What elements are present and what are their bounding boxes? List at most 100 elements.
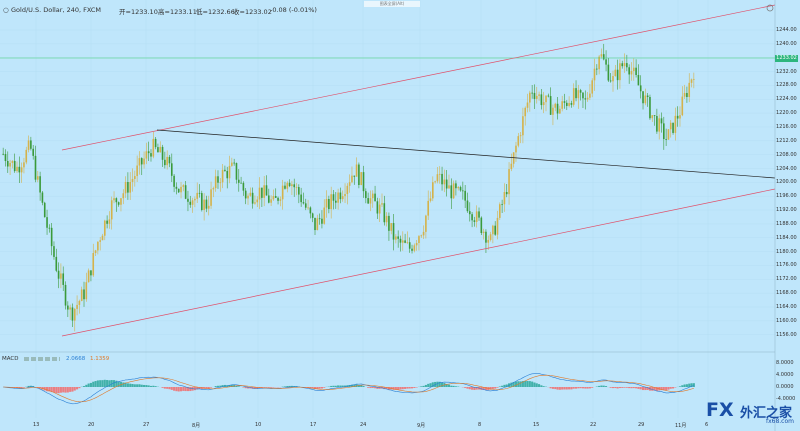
macd-histogram-bar <box>270 387 273 388</box>
candle-body <box>307 207 309 209</box>
candle-body <box>369 198 372 204</box>
macd-histogram-bar <box>22 387 25 388</box>
candle-body <box>644 95 647 104</box>
candle-body <box>332 194 335 201</box>
price-chart[interactable] <box>0 0 800 431</box>
price-axis-label: 1228.00 <box>776 82 797 89</box>
macd-histogram-bar <box>149 385 153 387</box>
candle-body <box>392 223 395 240</box>
candle-body <box>503 191 506 205</box>
candle-body <box>76 304 78 309</box>
candle-body <box>341 196 344 200</box>
macd-histogram-bar <box>286 386 289 387</box>
candle-body <box>30 140 32 149</box>
price-axis-label: 1208.00 <box>776 151 797 158</box>
candle-body <box>138 158 141 166</box>
candle-body <box>579 90 582 93</box>
macd-histogram-bar <box>20 387 23 388</box>
candle-body <box>388 215 390 231</box>
candle-body <box>531 92 533 94</box>
ohlc-low: 低=1232.66 <box>196 8 235 16</box>
candle-body <box>436 174 439 182</box>
macd-histogram-bar <box>496 387 499 388</box>
candle-body <box>129 181 132 193</box>
candle-body <box>346 185 349 194</box>
candle-body <box>103 220 106 236</box>
macd-settings-icons[interactable] <box>24 356 61 361</box>
candle-body <box>561 101 563 109</box>
candle-body <box>538 94 540 96</box>
candle-body <box>408 242 411 249</box>
candle-body <box>13 160 16 172</box>
macd-histogram-bar <box>89 382 92 387</box>
candle-body <box>53 246 55 257</box>
candle-body <box>87 270 90 283</box>
candle-body <box>563 101 566 103</box>
candle-body <box>602 54 605 60</box>
macd-histogram-bar <box>586 387 589 389</box>
candle-body <box>649 96 651 119</box>
macd-histogram-bar <box>424 384 427 387</box>
price-axis-label: 1196.00 <box>776 193 797 200</box>
candle-body <box>600 54 603 57</box>
candle-body <box>478 211 480 218</box>
time-axis-label: 8月 <box>192 423 201 429</box>
macd-histogram-bar <box>214 386 217 387</box>
candle-body <box>2 153 4 155</box>
macd-histogram-bar <box>99 380 102 387</box>
candle-body <box>559 108 561 114</box>
candle-body <box>339 192 342 200</box>
candle-body <box>219 182 222 184</box>
candle-body <box>485 231 487 243</box>
macd-histogram-bar <box>161 387 164 388</box>
candle-body <box>6 161 9 167</box>
candle-body <box>395 236 397 240</box>
macd-histogram-bar <box>126 383 129 387</box>
candle-body <box>228 165 231 179</box>
macd-histogram-bar <box>173 387 176 391</box>
macd-histogram-bar <box>410 387 414 389</box>
fullscreen-tooltip: 图表全屏(Alt) <box>364 1 420 7</box>
candle-body <box>184 185 187 199</box>
candle-body <box>663 123 665 140</box>
symbol-title: Gold/U.S. Dollar, 240, FXCM <box>11 6 102 14</box>
macd-histogram-bar <box>69 387 72 392</box>
macd-histogram-bar <box>452 385 455 387</box>
macd-histogram-bar <box>558 387 561 390</box>
current-price-badge: 1233.02 <box>775 55 798 62</box>
candle-body <box>298 187 300 195</box>
candle-body <box>127 182 129 193</box>
candle-body <box>466 200 469 212</box>
macd-histogram-bar <box>577 387 580 389</box>
candle-body <box>529 92 531 103</box>
candle-body <box>355 164 358 177</box>
candle-body <box>374 193 376 202</box>
time-axis-label: 9月 <box>417 423 426 429</box>
macd-histogram-bar <box>401 387 404 390</box>
candle-body <box>621 63 624 67</box>
macd-histogram-bar <box>46 387 49 392</box>
time-axis-label: 8 <box>478 422 482 428</box>
candle-body <box>651 115 654 119</box>
macd-histogram-bar <box>588 387 591 389</box>
candle-body <box>256 199 259 203</box>
macd-histogram-bar <box>436 381 439 387</box>
price-axis-label: 1156.00 <box>776 331 797 338</box>
macd-histogram-bar <box>94 381 97 387</box>
macd-histogram-bar <box>422 385 425 387</box>
candle-body <box>4 154 7 162</box>
candle-body <box>170 163 173 176</box>
symbol-icon[interactable]: ○ <box>3 6 9 14</box>
macd-histogram-bar <box>399 387 402 390</box>
macd-axis-label: 8.0000 <box>776 360 794 366</box>
macd-name: MACD <box>2 356 19 362</box>
macd-histogram-bar <box>584 387 587 389</box>
candle-body <box>205 199 208 209</box>
candle-body <box>406 242 409 244</box>
macd-histogram-bar <box>179 387 183 392</box>
candle-body <box>637 74 640 86</box>
candle-body <box>501 204 503 206</box>
candle-body <box>542 102 545 106</box>
macd-histogram-bar <box>616 387 619 389</box>
candle-body <box>25 149 28 163</box>
